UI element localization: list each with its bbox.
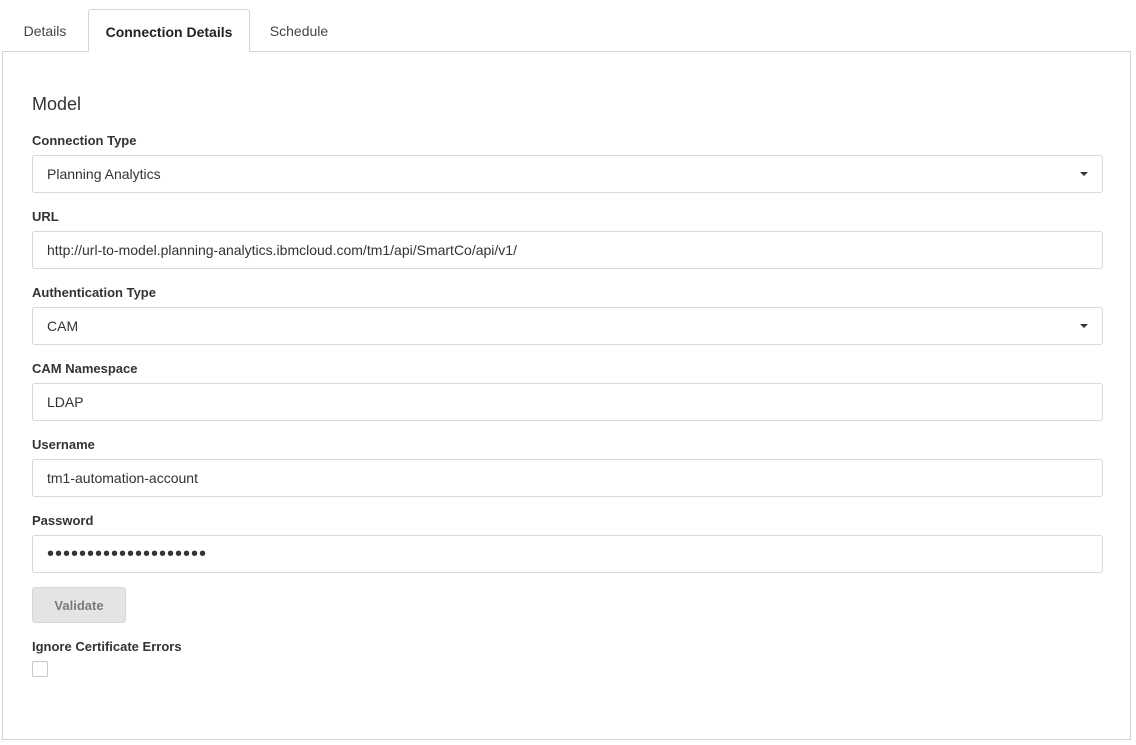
connection-type-label: Connection Type	[32, 133, 137, 148]
auth-type-label: Authentication Type	[32, 285, 156, 300]
connection-details-panel: Model Connection Type Planning Analytics…	[2, 51, 1131, 740]
cam-namespace-value: LDAP	[47, 394, 84, 410]
url-input[interactable]: http://url-to-model.planning-analytics.i…	[32, 231, 1103, 269]
username-input[interactable]: tm1-automation-account	[32, 459, 1103, 497]
chevron-down-icon	[1080, 324, 1088, 328]
tab-details[interactable]: Details	[2, 9, 88, 52]
auth-type-select[interactable]: CAM	[32, 307, 1103, 345]
auth-type-value: CAM	[47, 318, 79, 334]
password-value: ••••••••••••••••••••	[47, 543, 208, 565]
section-title: Model	[32, 94, 82, 114]
username-label: Username	[32, 437, 95, 452]
url-label: URL	[32, 209, 59, 224]
url-value: http://url-to-model.planning-analytics.i…	[47, 242, 517, 258]
tab-connection-details[interactable]: Connection Details	[88, 9, 250, 52]
validate-button[interactable]: Validate	[32, 587, 126, 623]
ignore-cert-checkbox[interactable]	[32, 661, 48, 677]
ignore-cert-label: Ignore Certificate Errors	[32, 639, 182, 654]
connection-type-value: Planning Analytics	[47, 166, 161, 182]
connection-type-select[interactable]: Planning Analytics	[32, 155, 1103, 193]
cam-namespace-label: CAM Namespace	[32, 361, 138, 376]
password-label: Password	[32, 513, 94, 528]
cam-namespace-input[interactable]: LDAP	[32, 383, 1103, 421]
tab-bar: Details Connection Details Schedule	[2, 9, 348, 52]
username-value: tm1-automation-account	[47, 470, 198, 486]
chevron-down-icon	[1080, 172, 1088, 176]
tab-schedule[interactable]: Schedule	[250, 9, 348, 52]
password-input[interactable]: ••••••••••••••••••••	[32, 535, 1103, 573]
